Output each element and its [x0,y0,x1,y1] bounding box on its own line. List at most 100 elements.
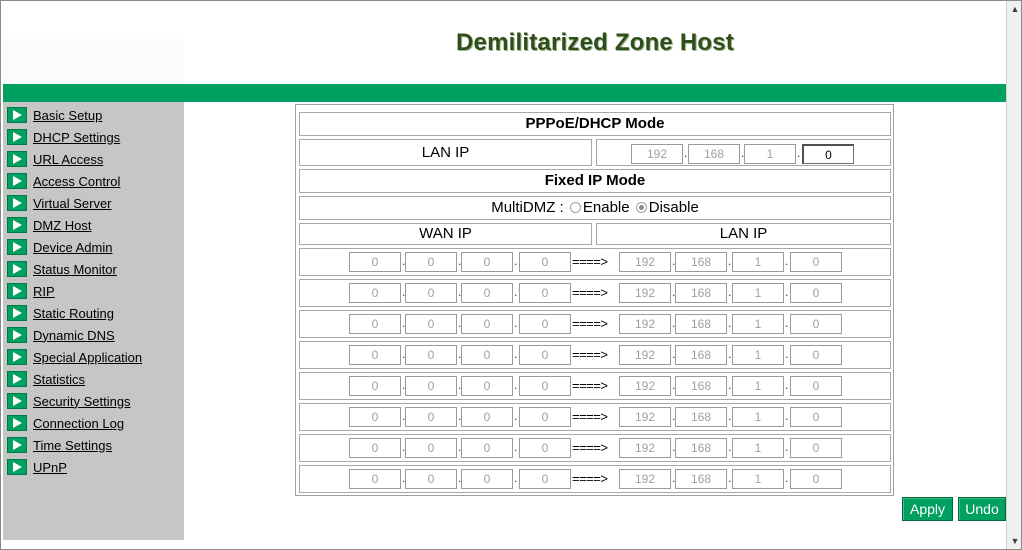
sidebar-item-label[interactable]: Device Admin [33,240,112,255]
wan-ip-octet-4[interactable] [519,376,571,396]
enable-radio[interactable] [569,201,581,213]
sidebar-item-connection-log[interactable]: Connection Log [7,412,124,434]
sidebar-item-upnp[interactable]: UPnP [7,456,67,478]
wan-ip-octet-3[interactable] [461,314,513,334]
disable-radio[interactable] [635,201,647,213]
wan-ip-octet-4[interactable] [519,407,571,427]
wan-ip-octet-3[interactable] [461,252,513,272]
wan-ip-octet-2[interactable] [405,407,457,427]
sidebar-item-label[interactable]: Time Settings [33,438,112,453]
sidebar-item-label[interactable]: Status Monitor [33,262,117,277]
lan-ip-octet-4[interactable] [790,438,842,458]
lan-ip-octet-2[interactable] [675,376,727,396]
lan-ip-octet-2[interactable] [675,407,727,427]
sidebar-item-time-settings[interactable]: Time Settings [7,434,112,456]
wan-ip-octet-4[interactable] [519,314,571,334]
sidebar-item-basic-setup[interactable]: Basic Setup [7,104,102,126]
wan-ip-octet-1[interactable] [349,376,401,396]
lan-ip-octet-3[interactable] [732,252,784,272]
sidebar-item-static-routing[interactable]: Static Routing [7,302,114,324]
sidebar-item-rip[interactable]: RIP [7,280,55,302]
scroll-down-icon[interactable]: ▼ [1007,533,1021,549]
wan-ip-octet-3[interactable] [461,283,513,303]
wan-ip-octet-1[interactable] [349,252,401,272]
sidebar-item-status-monitor[interactable]: Status Monitor [7,258,117,280]
sidebar-item-label[interactable]: DHCP Settings [33,130,120,145]
lan-ip-octet-3[interactable] [732,469,784,489]
sidebar-item-access-control[interactable]: Access Control [7,170,120,192]
wan-ip-octet-1[interactable] [349,345,401,365]
wan-ip-octet-2[interactable] [405,469,457,489]
sidebar-item-label[interactable]: Static Routing [33,306,114,321]
sidebar-item-statistics[interactable]: Statistics [7,368,85,390]
vertical-scrollbar[interactable]: ▲ ▼ [1006,1,1021,549]
sidebar-item-label[interactable]: URL Access [33,152,103,167]
wan-ip-octet-2[interactable] [405,438,457,458]
wan-ip-octet-2[interactable] [405,376,457,396]
wan-ip-octet-4[interactable] [519,283,571,303]
pppoe-lan-ip-octet-1[interactable] [631,144,683,164]
undo-button[interactable]: Undo [958,497,1006,521]
wan-ip-octet-1[interactable] [349,469,401,489]
lan-ip-octet-4[interactable] [790,345,842,365]
sidebar-item-label[interactable]: UPnP [33,460,67,475]
sidebar-item-label[interactable]: Security Settings [33,394,131,409]
lan-ip-octet-3[interactable] [732,314,784,334]
lan-ip-octet-1[interactable] [619,345,671,365]
wan-ip-octet-2[interactable] [405,283,457,303]
lan-ip-octet-3[interactable] [732,283,784,303]
lan-ip-octet-1[interactable] [619,469,671,489]
lan-ip-octet-3[interactable] [732,438,784,458]
pppoe-lan-ip-octet-2[interactable] [688,144,740,164]
wan-ip-octet-1[interactable] [349,283,401,303]
wan-ip-octet-3[interactable] [461,345,513,365]
wan-ip-octet-3[interactable] [461,469,513,489]
sidebar-item-label[interactable]: Statistics [33,372,85,387]
lan-ip-octet-2[interactable] [675,469,727,489]
sidebar-item-label[interactable]: Basic Setup [33,108,102,123]
lan-ip-octet-4[interactable] [790,407,842,427]
wan-ip-octet-2[interactable] [405,345,457,365]
wan-ip-octet-4[interactable] [519,252,571,272]
wan-ip-octet-2[interactable] [405,314,457,334]
lan-ip-octet-2[interactable] [675,314,727,334]
lan-ip-octet-4[interactable] [790,469,842,489]
lan-ip-octet-3[interactable] [732,407,784,427]
lan-ip-octet-2[interactable] [675,283,727,303]
wan-ip-octet-4[interactable] [519,438,571,458]
sidebar-item-label[interactable]: Connection Log [33,416,124,431]
lan-ip-octet-1[interactable] [619,407,671,427]
wan-ip-octet-3[interactable] [461,438,513,458]
lan-ip-octet-4[interactable] [790,314,842,334]
lan-ip-octet-3[interactable] [732,345,784,365]
lan-ip-octet-3[interactable] [732,376,784,396]
wan-ip-octet-2[interactable] [405,252,457,272]
lan-ip-octet-1[interactable] [619,283,671,303]
pppoe-lan-ip-octet-4[interactable] [802,144,854,164]
sidebar-item-label[interactable]: DMZ Host [33,218,92,233]
sidebar-item-security-settings[interactable]: Security Settings [7,390,131,412]
apply-button[interactable]: Apply [902,497,953,521]
lan-ip-octet-1[interactable] [619,252,671,272]
sidebar-item-url-access[interactable]: URL Access [7,148,103,170]
lan-ip-octet-1[interactable] [619,376,671,396]
lan-ip-octet-4[interactable] [790,252,842,272]
sidebar-item-label[interactable]: Dynamic DNS [33,328,115,343]
pppoe-lan-ip-octet-3[interactable] [744,144,796,164]
wan-ip-octet-3[interactable] [461,376,513,396]
wan-ip-octet-1[interactable] [349,407,401,427]
lan-ip-octet-4[interactable] [790,283,842,303]
sidebar-item-special-application[interactable]: Special Application [7,346,142,368]
wan-ip-octet-1[interactable] [349,314,401,334]
lan-ip-octet-2[interactable] [675,252,727,272]
lan-ip-octet-4[interactable] [790,376,842,396]
sidebar-item-label[interactable]: Virtual Server [33,196,112,211]
lan-ip-octet-1[interactable] [619,438,671,458]
sidebar-item-dmz-host[interactable]: DMZ Host [7,214,92,236]
sidebar-item-device-admin[interactable]: Device Admin [7,236,112,258]
sidebar-item-virtual-server[interactable]: Virtual Server [7,192,112,214]
wan-ip-octet-3[interactable] [461,407,513,427]
wan-ip-octet-1[interactable] [349,438,401,458]
scroll-up-icon[interactable]: ▲ [1007,1,1021,17]
sidebar-item-label[interactable]: Access Control [33,174,120,189]
